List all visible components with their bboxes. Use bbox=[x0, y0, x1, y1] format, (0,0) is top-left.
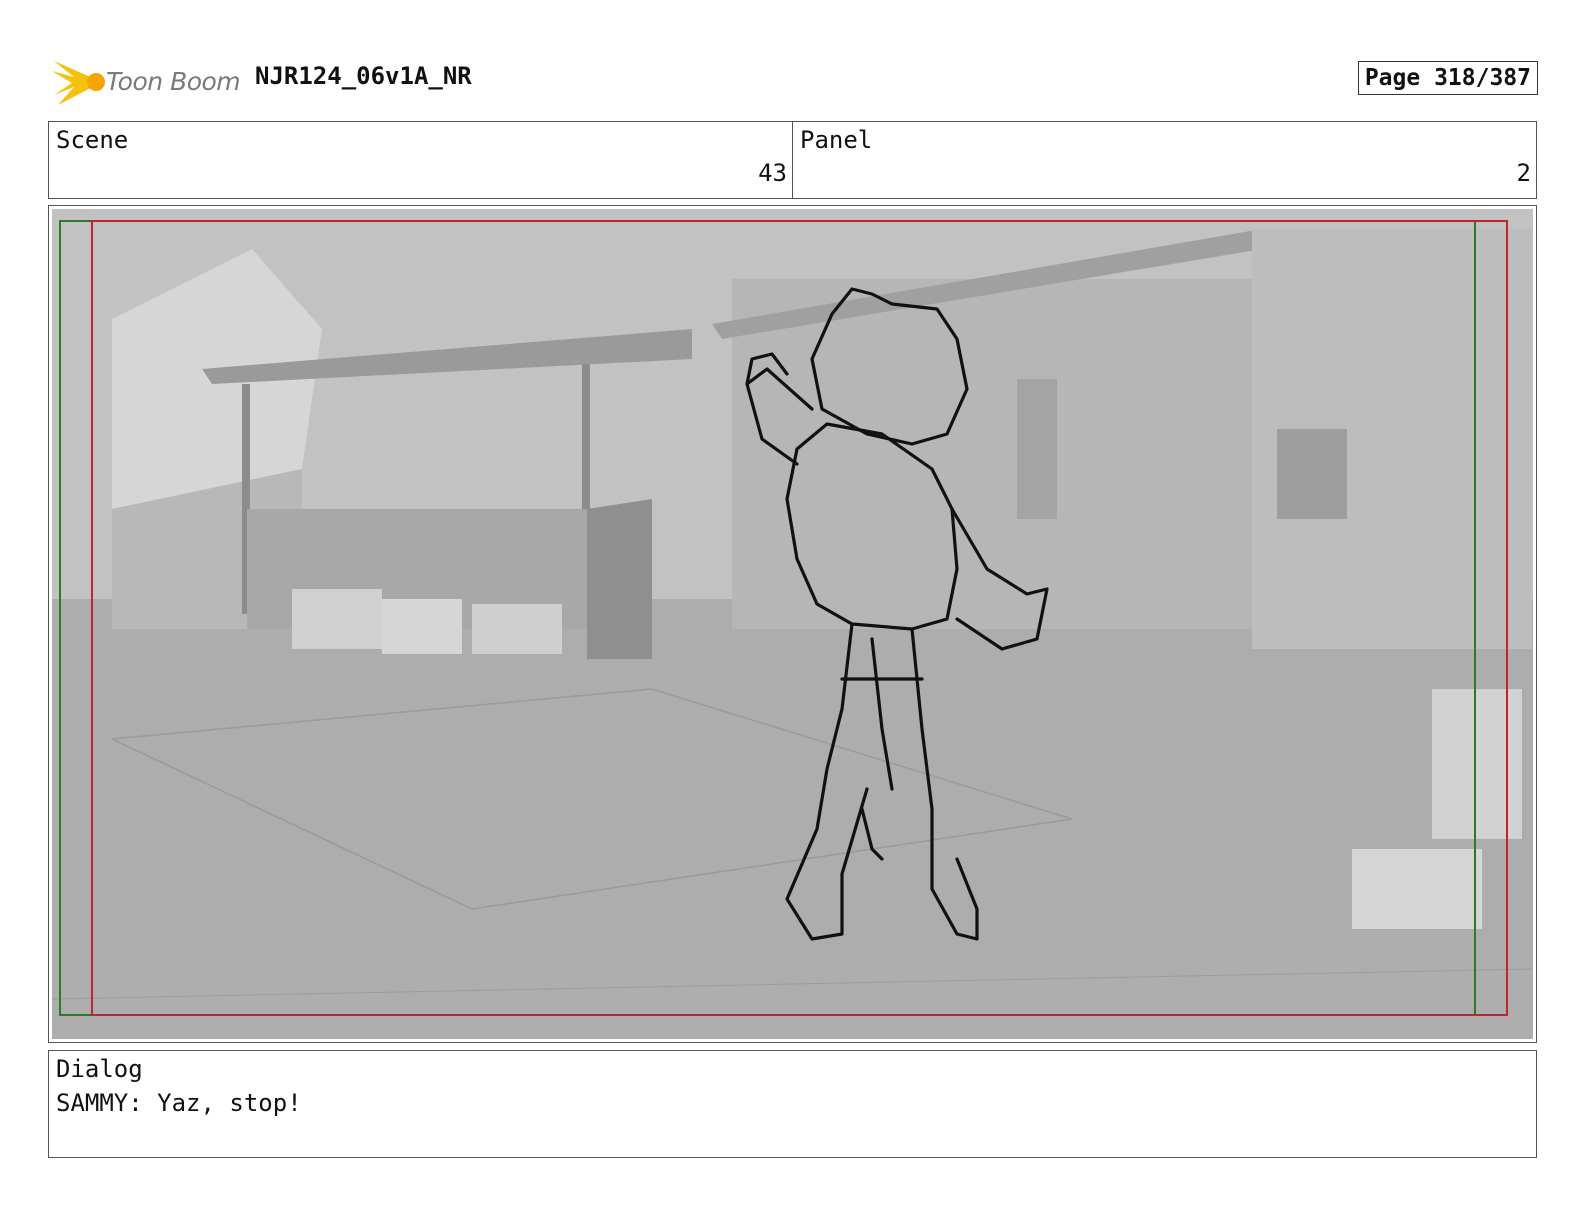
dialog-label: Dialog bbox=[56, 1055, 143, 1083]
scene-cell: Scene 43 bbox=[49, 122, 792, 198]
starburst-icon bbox=[52, 61, 105, 105]
panel-drawing bbox=[52, 209, 1533, 1039]
scene-panel-row: Scene 43 Panel 2 bbox=[48, 121, 1537, 199]
scene-label: Scene bbox=[56, 126, 129, 154]
storyboard-panel bbox=[48, 205, 1537, 1043]
dialog-box: Dialog SAMMY: Yaz, stop! bbox=[48, 1050, 1537, 1158]
toon-boom-logo: Toon Boom bbox=[52, 57, 242, 107]
page-indicator: Page 318/387 bbox=[1357, 61, 1538, 95]
panel-cell: Panel 2 bbox=[792, 122, 1536, 198]
brand-name: Toon Boom bbox=[106, 67, 241, 96]
panel-label: Panel bbox=[800, 126, 873, 154]
document-title: NJR124_06v1A_NR bbox=[255, 62, 472, 90]
scene-number: 43 bbox=[758, 159, 787, 187]
page-header: Toon Boom NJR124_06v1A_NR Page 318/387 bbox=[50, 55, 1538, 105]
panel-number: 2 bbox=[1516, 159, 1531, 187]
dialog-text: SAMMY: Yaz, stop! bbox=[56, 1089, 302, 1117]
